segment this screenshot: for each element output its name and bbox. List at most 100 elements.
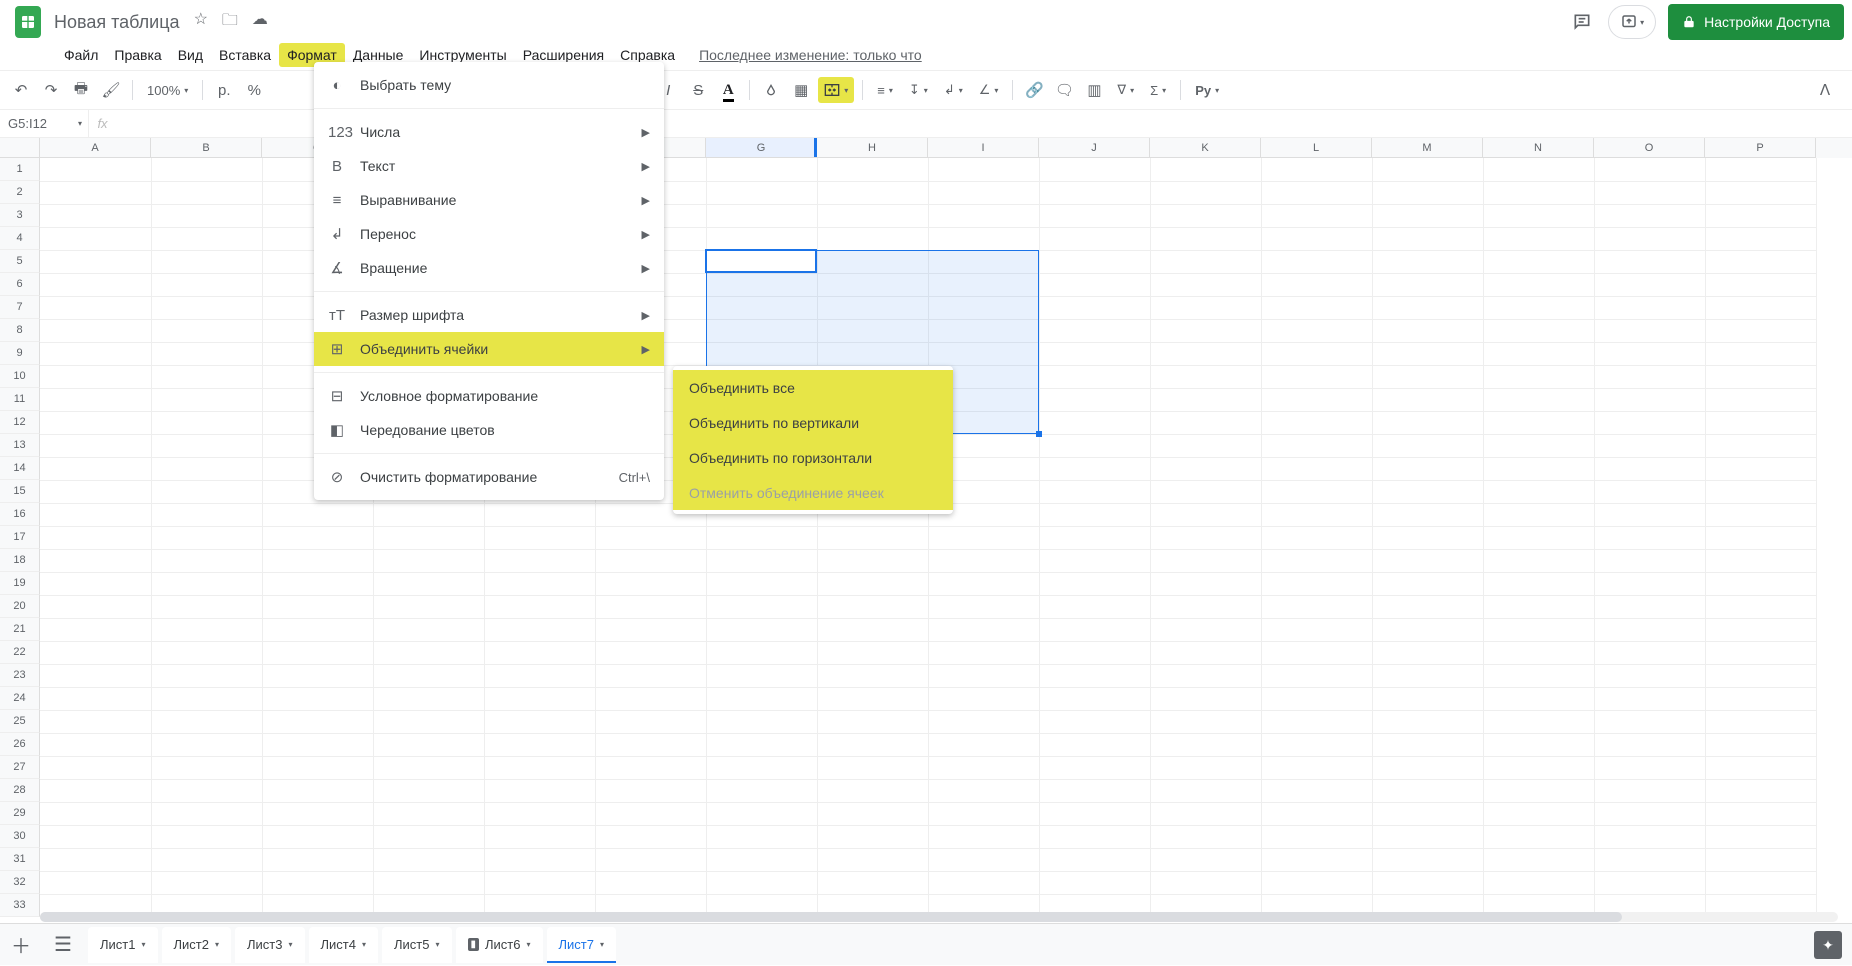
row-header-12[interactable]: 12 [0,411,40,434]
redo-button[interactable]: ↷ [38,77,64,103]
col-header-G[interactable]: G [706,138,817,158]
row-header-32[interactable]: 32 [0,871,40,894]
row-header-21[interactable]: 21 [0,618,40,641]
tab-menu-icon[interactable]: ▾ [215,940,219,949]
row-header-7[interactable]: 7 [0,296,40,319]
py-button[interactable]: Py▾ [1189,77,1225,103]
format-item[interactable]: ↲Перенос▶ [314,217,664,251]
col-header-P[interactable]: P [1705,138,1816,158]
filter-button[interactable]: ∇▾ [1111,77,1140,103]
percent-button[interactable]: % [241,77,267,103]
sheets-logo[interactable] [8,2,48,42]
last-modified[interactable]: Последнее изменение: только что [699,47,922,63]
row-header-29[interactable]: 29 [0,802,40,825]
row-header-30[interactable]: 30 [0,825,40,848]
zoom-select[interactable]: 100%▾ [141,77,194,103]
row-header-31[interactable]: 31 [0,848,40,871]
col-header-O[interactable]: O [1594,138,1705,158]
sheet-tab[interactable]: Лист4▾ [309,927,379,963]
row-header-11[interactable]: 11 [0,388,40,411]
row-header-28[interactable]: 28 [0,779,40,802]
fill-color-button[interactable] [758,77,784,103]
format-item[interactable]: ∡Вращение▶ [314,251,664,285]
tab-menu-icon[interactable]: ▾ [600,940,604,949]
add-sheet-button[interactable]: ＋ [0,924,42,966]
tab-menu-icon[interactable]: ▾ [141,940,145,949]
document-title[interactable]: Новая таблица [48,12,186,33]
format-item[interactable]: тТРазмер шрифта▶ [314,298,664,332]
share-button[interactable]: Настройки Доступа [1668,4,1844,40]
star-icon[interactable]: ☆ [194,9,208,36]
borders-button[interactable]: ▦ [788,77,814,103]
row-header-26[interactable]: 26 [0,733,40,756]
row-header-8[interactable]: 8 [0,319,40,342]
explore-button[interactable]: ✦ [1814,931,1842,959]
tab-menu-icon[interactable]: ▾ [527,940,531,949]
rotate-button[interactable]: ∠▾ [973,77,1005,103]
col-header-I[interactable]: I [928,138,1039,158]
row-header-23[interactable]: 23 [0,664,40,687]
spreadsheet-grid[interactable]: ABCDEFGHIJKLMNOP 12345678910111213141516… [0,138,1852,928]
merge-item[interactable]: Объединить все [673,370,953,405]
row-header-4[interactable]: 4 [0,227,40,250]
chart-button[interactable]: ▥ [1081,77,1107,103]
row-header-16[interactable]: 16 [0,503,40,526]
currency-button[interactable]: p. [211,77,237,103]
row-header-18[interactable]: 18 [0,549,40,572]
cloud-icon[interactable]: ☁ [252,9,268,36]
present-icon[interactable]: ▾ [1608,5,1656,39]
menu-вид[interactable]: Вид [170,43,211,67]
row-header-13[interactable]: 13 [0,434,40,457]
tab-menu-icon[interactable]: ▾ [362,940,366,949]
row-header-24[interactable]: 24 [0,687,40,710]
v-align-button[interactable]: ↧▾ [903,77,934,103]
row-header-17[interactable]: 17 [0,526,40,549]
menu-файл[interactable]: Файл [56,43,106,67]
sheet-tab[interactable]: ▮Лист6▾ [456,927,543,963]
row-header-9[interactable]: 9 [0,342,40,365]
tab-menu-icon[interactable]: ▾ [435,940,439,949]
row-header-1[interactable]: 1 [0,158,40,181]
h-scrollbar[interactable] [40,912,1838,922]
format-item[interactable]: 123Числа▶ [314,115,664,149]
col-header-H[interactable]: H [817,138,928,158]
row-header-27[interactable]: 27 [0,756,40,779]
row-header-19[interactable]: 19 [0,572,40,595]
col-header-L[interactable]: L [1261,138,1372,158]
select-all-corner[interactable] [0,138,40,158]
wrap-button[interactable]: ↲▾ [938,77,969,103]
text-color-button[interactable]: A [715,77,741,103]
col-header-N[interactable]: N [1483,138,1594,158]
sheet-tab[interactable]: Лист7▾ [547,927,617,963]
merge-item[interactable]: Объединить по горизонтали [673,440,953,475]
row-header-20[interactable]: 20 [0,595,40,618]
col-header-B[interactable]: B [151,138,262,158]
row-header-2[interactable]: 2 [0,181,40,204]
row-header-15[interactable]: 15 [0,480,40,503]
h-align-button[interactable]: ≡▾ [871,77,899,103]
menu-правка[interactable]: Правка [106,43,169,67]
merge-item[interactable]: Объединить по вертикали [673,405,953,440]
strike-button[interactable]: S [685,77,711,103]
format-item[interactable]: ≡Выравнивание▶ [314,183,664,217]
move-icon[interactable]: 🗀 [222,9,238,36]
row-header-22[interactable]: 22 [0,641,40,664]
sheet-tab[interactable]: Лист3▾ [235,927,305,963]
row-header-6[interactable]: 6 [0,273,40,296]
h-scrollbar-thumb[interactable] [40,912,1622,922]
functions-button[interactable]: Σ▾ [1144,77,1172,103]
comment-button[interactable]: 🗨 [1051,77,1077,103]
format-item[interactable]: ⊞Объединить ячейки▶ [314,332,664,366]
format-item[interactable]: ⊘Очистить форматированиеCtrl+\ [314,460,664,494]
row-header-5[interactable]: 5 [0,250,40,273]
merge-cells-button[interactable]: ▾ [818,77,854,103]
paint-format-button[interactable]: 🖌 [98,77,124,103]
tab-menu-icon[interactable]: ▾ [288,940,292,949]
col-header-K[interactable]: K [1150,138,1261,158]
row-header-10[interactable]: 10 [0,365,40,388]
print-button[interactable]: 🖶 [68,77,94,103]
format-item[interactable]: ◐Выбрать тему [314,68,664,102]
link-button[interactable]: 🔗 [1021,77,1047,103]
row-header-3[interactable]: 3 [0,204,40,227]
all-sheets-button[interactable]: ☰ [42,924,84,966]
